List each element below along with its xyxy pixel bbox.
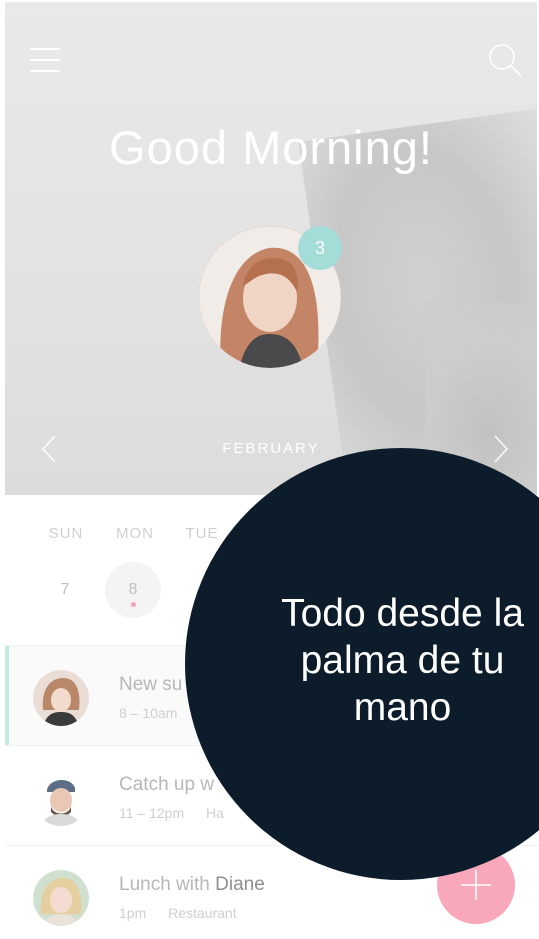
- event-meta: 8 – 10am: [119, 705, 195, 721]
- date-cell[interactable]: 7: [37, 562, 93, 618]
- event-time: 1pm: [119, 905, 147, 921]
- active-indicator: [5, 646, 9, 746]
- search-icon[interactable]: [487, 42, 523, 78]
- date-number: 7: [60, 581, 70, 598]
- weekday-label: MON: [116, 525, 154, 542]
- event-avatar: [33, 770, 89, 826]
- event-title: New su: [119, 674, 183, 695]
- app-screen: Good Morning! FEBRUARY 3 SUN MON TUE 7 8…: [0, 0, 539, 939]
- greeting-title: Good Morning!: [109, 121, 433, 174]
- promo-line: mano: [353, 686, 452, 729]
- promo-text: Todo desde la palma de tu mano: [240, 590, 539, 731]
- event-meta: 11 – 12pm Ha: [119, 805, 242, 821]
- promo-line: Todo desde la: [281, 592, 524, 635]
- promo-line: palma de tu: [300, 639, 505, 682]
- event-person: Diane: [215, 874, 265, 895]
- notification-badge[interactable]: 3: [298, 226, 342, 270]
- event-avatar: [33, 670, 89, 726]
- date-cell-selected[interactable]: 8: [105, 562, 161, 618]
- event-title: Lunch with Diane: [119, 874, 265, 895]
- event-avatar: [33, 870, 89, 926]
- event-place: Ha: [206, 805, 224, 821]
- event-place: Restaurant: [168, 905, 237, 921]
- event-title: Catch up w: [119, 774, 215, 795]
- event-time: 8 – 10am: [119, 705, 178, 721]
- weekday-label: SUN: [48, 525, 84, 542]
- event-meta: 1pm Restaurant: [119, 905, 255, 921]
- chevron-right-icon[interactable]: [493, 434, 509, 464]
- event-time: 11 – 12pm: [119, 805, 185, 821]
- menu-icon[interactable]: [30, 46, 60, 74]
- event-dot: [131, 602, 136, 607]
- date-number: 8: [128, 581, 138, 598]
